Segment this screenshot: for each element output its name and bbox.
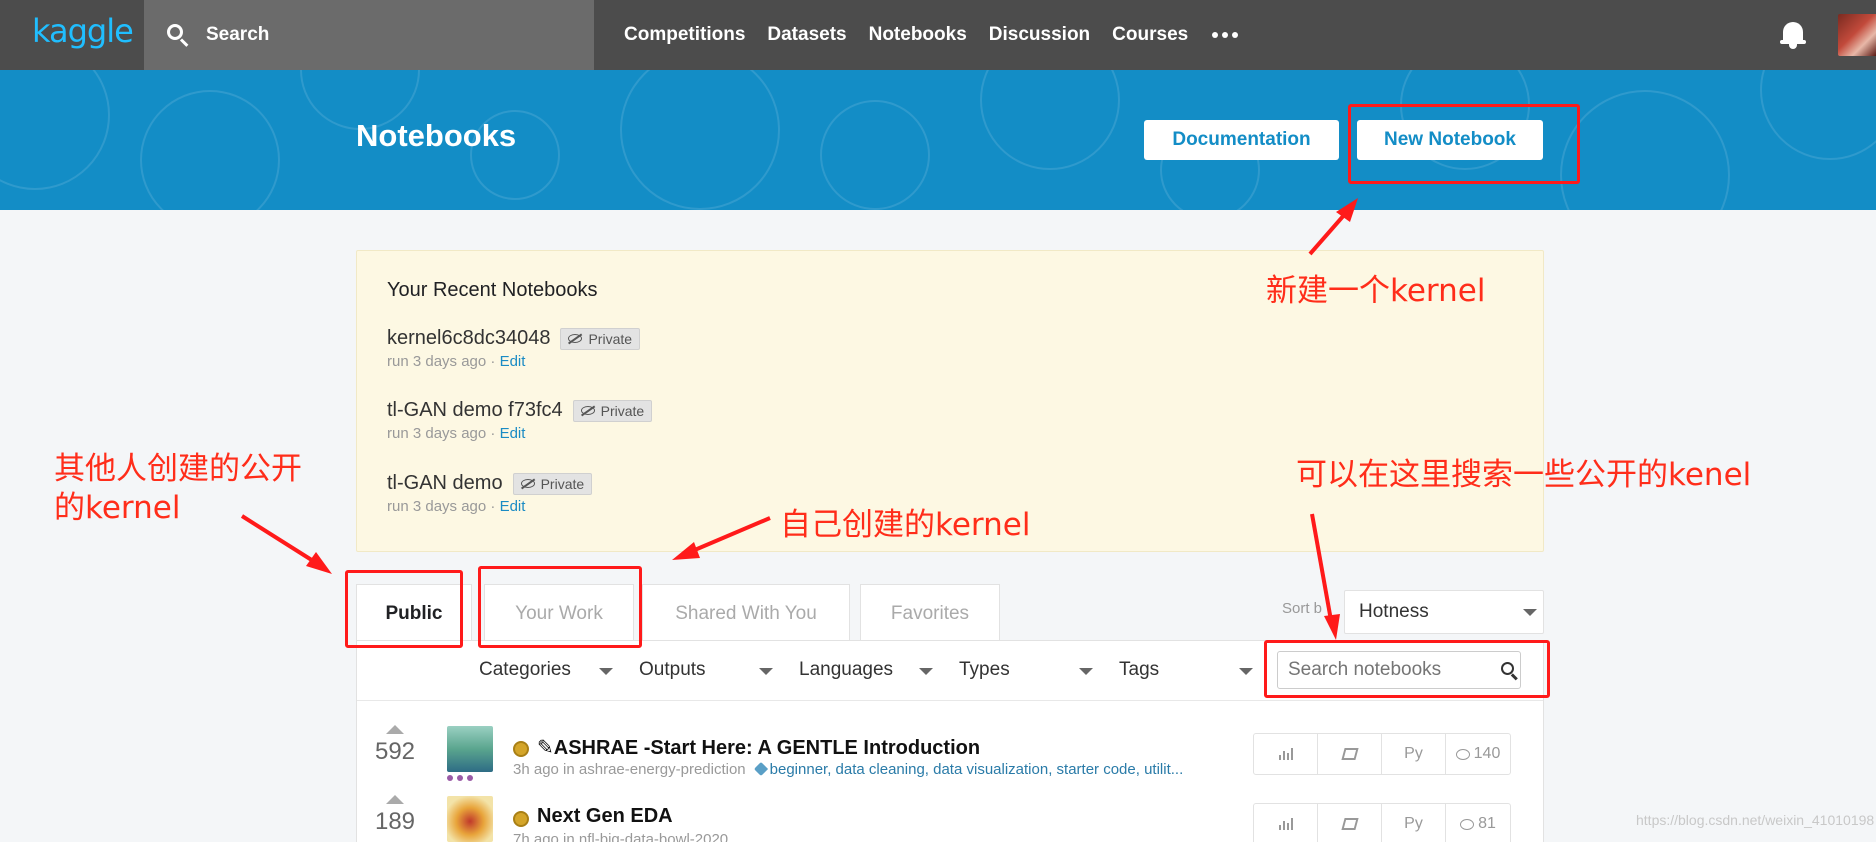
annotation-new-kernel: 新建一个kernel — [1266, 273, 1486, 309]
annotation-public-kernel: 其他人创建的公开 的kernel — [54, 451, 302, 526]
annotation-own-kernel: 自己创建的kernel — [780, 507, 1031, 543]
watermark: https://blog.csdn.net/weixin_41010198 — [1636, 812, 1875, 828]
annotation-search-kernel: 可以在这里搜索一些公开的kenel — [1296, 457, 1752, 493]
annotation-arrows — [240, 198, 1358, 640]
